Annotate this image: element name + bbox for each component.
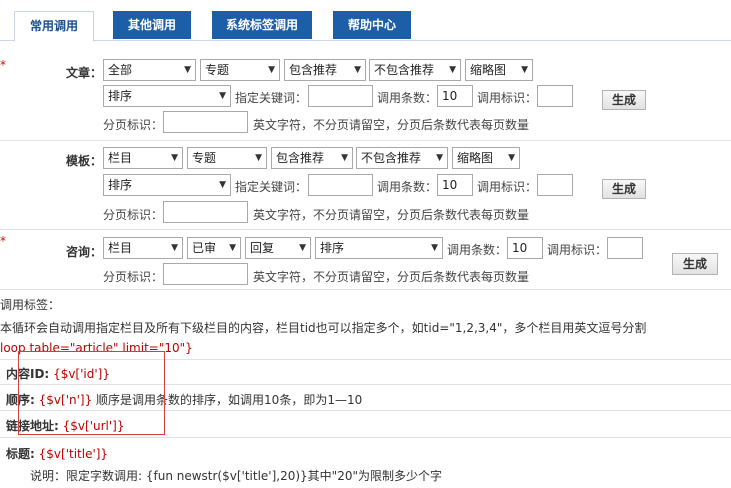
- article-count-input[interactable]: 10: [437, 85, 473, 107]
- page-label: 分页标识：: [103, 270, 164, 284]
- highlight-box: [18, 351, 165, 435]
- article-recommend-select[interactable]: 包含推荐 ▼: [284, 59, 366, 81]
- template-recommend-select[interactable]: 包含推荐 ▼: [271, 147, 353, 169]
- consult-generate-button[interactable]: 生成: [672, 253, 718, 275]
- divider: [0, 140, 731, 141]
- page-note: 英文字符，不分页请留空，分页后条数代表每页数量: [253, 208, 530, 222]
- consult-count-input[interactable]: 10: [507, 237, 543, 259]
- help-description: 本循环会自动调用指定栏目及所有下级栏目的内容，栏目tid也可以指定多个，如tid…: [0, 321, 647, 335]
- template-tag-input[interactable]: [537, 174, 573, 196]
- article-sort-select[interactable]: 排序 ▼: [103, 85, 231, 107]
- keyword-label: 指定关键词：: [235, 91, 308, 105]
- template-column-select[interactable]: 栏目 ▼: [103, 147, 183, 169]
- page-label: 分页标识：: [103, 118, 164, 132]
- tab-help[interactable]: 帮助中心: [333, 11, 411, 39]
- field-row: 标题: {$v['title']}: [6, 447, 109, 461]
- template-keyword-input[interactable]: [308, 174, 373, 196]
- article-scope-select[interactable]: 全部 ▼: [103, 59, 196, 81]
- tab-system-tags[interactable]: 系统标签调用: [212, 11, 312, 39]
- consult-column-select[interactable]: 栏目 ▼: [103, 237, 183, 259]
- article-tag-input[interactable]: [537, 85, 573, 107]
- consult-page-input[interactable]: [163, 263, 248, 285]
- article-label: 文章：: [66, 66, 103, 80]
- template-label: 模板：: [66, 154, 103, 168]
- divider: [0, 437, 731, 438]
- tab-common[interactable]: 常用调用: [14, 11, 94, 42]
- page-label: 分页标识：: [103, 208, 164, 222]
- article-exclude-select[interactable]: 不包含推荐 ▼: [369, 59, 461, 81]
- count-label: 调用条数：: [377, 180, 438, 194]
- help-title: 调用标签：: [0, 298, 61, 312]
- template-topic-select[interactable]: 专题 ▼: [187, 147, 267, 169]
- page-note: 英文字符，不分页请留空，分页后条数代表每页数量: [253, 118, 530, 132]
- required-mark: *: [0, 234, 6, 248]
- article-thumbnail-select[interactable]: 缩略图 ▼: [465, 59, 533, 81]
- template-page-input[interactable]: [163, 201, 248, 223]
- article-topic-select[interactable]: 专题 ▼: [200, 59, 280, 81]
- title-note: 说明：限定字数调用: {fun newstr($v['title'],20)}其…: [30, 469, 442, 483]
- divider: [0, 229, 731, 230]
- count-label: 调用条数：: [447, 243, 508, 257]
- tab-bar: 常用调用 其他调用 系统标签调用 帮助中心: [0, 0, 731, 42]
- consult-sort-select[interactable]: 排序 ▼: [315, 237, 443, 259]
- tab-other[interactable]: 其他调用: [113, 11, 191, 39]
- page-note: 英文字符，不分页请留空，分页后条数代表每页数量: [253, 270, 530, 284]
- consult-tag-input[interactable]: [607, 237, 643, 259]
- consult-reply-select[interactable]: 回复 ▼: [245, 237, 311, 259]
- consult-label: 咨询：: [66, 245, 103, 259]
- article-generate-button[interactable]: 生成: [602, 90, 646, 110]
- count-label: 调用条数：: [377, 91, 438, 105]
- tag-label: 调用标识：: [477, 180, 538, 194]
- keyword-label: 指定关键词：: [235, 180, 308, 194]
- article-keyword-input[interactable]: [308, 85, 373, 107]
- required-mark: *: [0, 58, 6, 72]
- article-page-input[interactable]: [163, 111, 248, 133]
- tag-label: 调用标识：: [547, 243, 608, 257]
- divider: [0, 289, 731, 290]
- template-exclude-select[interactable]: 不包含推荐 ▼: [356, 147, 448, 169]
- template-sort-select[interactable]: 排序 ▼: [103, 174, 231, 196]
- template-generate-button[interactable]: 生成: [602, 179, 646, 199]
- template-thumbnail-select[interactable]: 缩略图 ▼: [452, 147, 520, 169]
- consult-reviewed-select[interactable]: 已审 ▼: [187, 237, 241, 259]
- tag-label: 调用标识：: [477, 91, 538, 105]
- template-count-input[interactable]: 10: [437, 174, 473, 196]
